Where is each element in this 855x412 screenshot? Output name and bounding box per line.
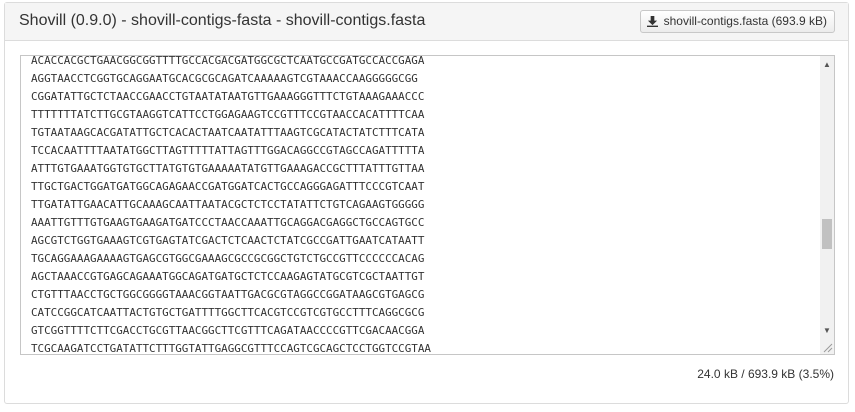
download-label: shovill-contigs.fasta (693.9 kB) bbox=[663, 14, 827, 28]
sequence-line: AGCGTCTGGTGAAAGTCGTGAGTATCGACTCTCAACTCTA… bbox=[31, 234, 425, 247]
dataset-title: Shovill (0.9.0) - shovill-contigs-fasta … bbox=[19, 12, 426, 29]
sequence-line: TCCACAATTTTAATATGGCTTAGTTTTTATTAGTTTGGAC… bbox=[31, 144, 425, 157]
sequence-line: CTGTTTAACCTGCTGGCGGGGTAAACGGTAATTGACGCGT… bbox=[31, 288, 425, 301]
download-icon bbox=[646, 16, 658, 27]
sequence-line: AAATTGTTTGTGAAGTGAAGATGATCCCTAACCAAATTGC… bbox=[31, 216, 425, 229]
sequence-line: CATCCGGCATCAATTACTGTGCTGATTTTGGCTTCACGTC… bbox=[31, 306, 425, 319]
dataset-panel: Shovill (0.9.0) - shovill-contigs-fasta … bbox=[4, 2, 849, 404]
sequence-line: TTTTTTTATCTTGCGTAAGGTCATTCCTGGAGAAGTCCGT… bbox=[31, 108, 425, 121]
vertical-scrollbar[interactable]: ▲ ▼ bbox=[820, 56, 834, 354]
panel-header: Shovill (0.9.0) - shovill-contigs-fasta … bbox=[5, 3, 848, 41]
sequence-line: GTCGGTTTTCTTCGACCTGCGTTAACGGCTTCGTTTCAGA… bbox=[31, 324, 425, 337]
sequence-lines: ACACCACGCTGAACGGCGGTTTTGCCACGACGATGGCGCT… bbox=[31, 55, 431, 355]
sequence-line: ACACCACGCTGAACGGCGGTTTTGCCACGACGATGGCGCT… bbox=[31, 55, 425, 67]
file-size-status: 24.0 kB / 693.9 kB (3.5%) bbox=[697, 367, 834, 381]
download-button[interactable]: shovill-contigs.fasta (693.9 kB) bbox=[639, 10, 835, 33]
sequence-line: TGCAGGAAAGAAAAGTGAGCGTGGCGAAAGCGCCGCGGCT… bbox=[31, 252, 425, 265]
sequence-line: AGCTAAACCGTGAGCAGAAATGGCAGATGATGCTCTCCAA… bbox=[31, 270, 425, 283]
sequence-line: TTGATATTGAACATTGCAAAGCAATTAATACGCTCTCCTA… bbox=[31, 198, 425, 211]
resize-handle-icon[interactable] bbox=[821, 341, 833, 353]
scroll-thumb[interactable] bbox=[822, 219, 832, 249]
sequence-line: TGTAATAAGCACGATATTGCTCACACTAATCAATATTTAA… bbox=[31, 126, 425, 139]
fasta-text-area[interactable]: ACACCACGCTGAACGGCGGTTTTGCCACGACGATGGCGCT… bbox=[20, 55, 835, 355]
scroll-up-arrow[interactable]: ▲ bbox=[820, 58, 834, 72]
sequence-line: AGGTAACCTCGGTGCAGGAATGCACGCGCAGATCAAAAAG… bbox=[31, 72, 418, 85]
sequence-line: CGGATATTGCTCTAACCGAACCTGTAATATAATGTTGAAA… bbox=[31, 90, 425, 103]
sequence-line: TCGCAAGATCCTGATATTCTTTGGTATTGAGGCGTTTCCA… bbox=[31, 342, 431, 355]
scroll-down-arrow[interactable]: ▼ bbox=[820, 324, 834, 338]
sequence-line: ATTTGTGAAATGGTGTGCTTATGTGTGAAAAATATGTTGA… bbox=[31, 162, 425, 175]
sequence-line: TTGCTGACTGGATGATGGCAGAGAACCGATGGATCACTGC… bbox=[31, 180, 425, 193]
